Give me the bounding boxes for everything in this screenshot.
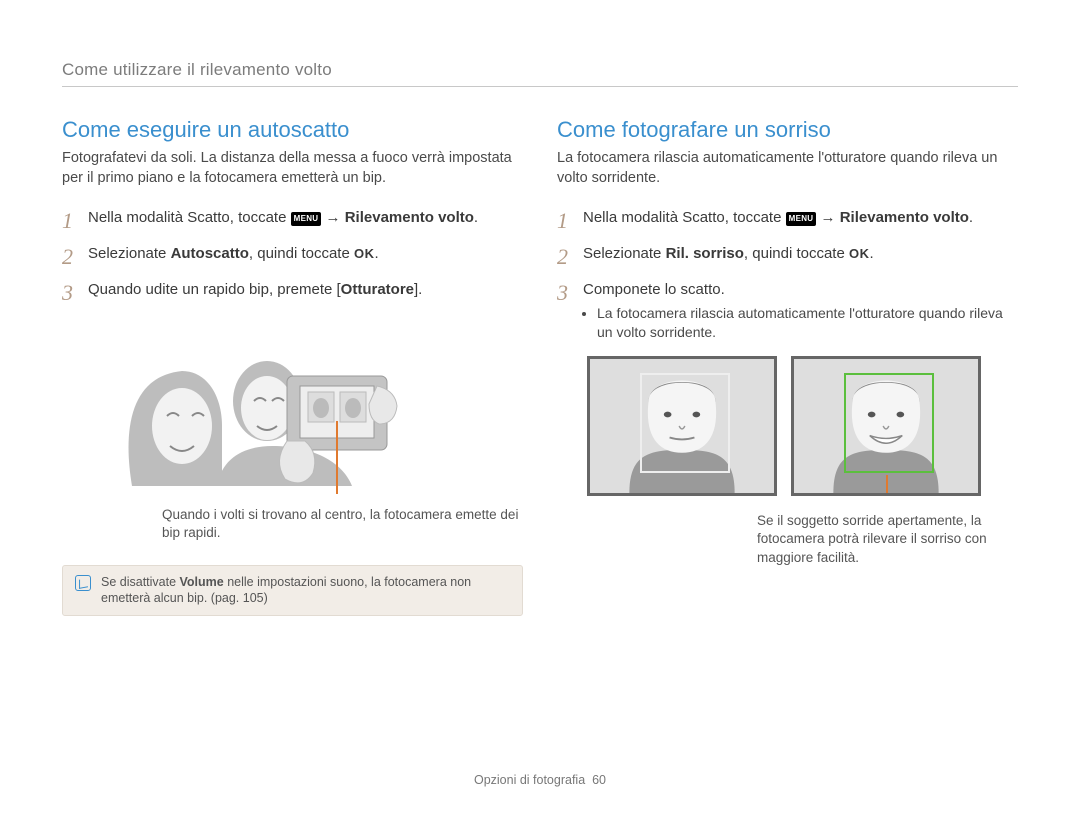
step-number: 3	[62, 280, 88, 304]
leader-line	[886, 475, 888, 496]
bullet-item: La fotocamera rilascia automaticamente l…	[597, 304, 1018, 342]
text: Quando udite un rapido bip, premete [	[88, 281, 341, 298]
text: ].	[414, 281, 422, 298]
breadcrumb: Come utilizzare il rilevamento volto	[62, 60, 1018, 87]
bold-text: Otturatore	[341, 281, 414, 298]
bold-text: Ril. sorriso	[666, 245, 744, 262]
arrow-icon: →	[321, 209, 344, 226]
detect-box-green	[844, 373, 934, 473]
right-step-1: 1 Nella modalità Scatto, toccate MENU → …	[557, 208, 1018, 232]
selfie-illustration-svg	[112, 316, 432, 496]
detect-box-white	[640, 373, 730, 473]
page-footer: Opzioni di fotografia 60	[0, 773, 1080, 787]
photo-frame-smile	[791, 356, 981, 496]
content-columns: Come eseguire un autoscatto Fotografatev…	[62, 117, 1018, 616]
left-intro: Fotografatevi da soli. La distanza della…	[62, 149, 523, 188]
text: .	[969, 209, 973, 226]
left-step-1: 1 Nella modalità Scatto, toccate MENU → …	[62, 208, 523, 232]
note-text: Se disattivate Volume nelle impostazioni…	[101, 574, 510, 608]
text: .	[870, 245, 874, 262]
text: Nella modalità Scatto, toccate	[88, 209, 291, 226]
note-box: Se disattivate Volume nelle impostazioni…	[62, 565, 523, 617]
note-icon	[75, 575, 91, 591]
left-caption: Quando i volti si trovano al centro, la …	[162, 506, 523, 542]
left-step-2: 2 Selezionate Autoscatto, quindi toccate…	[62, 244, 523, 268]
footer-label: Opzioni di fotografia	[474, 773, 585, 787]
text: , quindi toccate	[249, 245, 354, 262]
menu-icon: MENU	[786, 212, 817, 226]
bullet-list: La fotocamera rilascia automaticamente l…	[583, 304, 1018, 342]
bold-text: Volume	[180, 575, 224, 589]
step-number: 1	[557, 208, 583, 232]
photo-frame-neutral	[587, 356, 777, 496]
text: Se disattivate	[101, 575, 180, 589]
bold-text: Rilevamento volto	[840, 209, 969, 226]
step-body: Selezionate Ril. sorriso, quindi toccate…	[583, 244, 1018, 264]
right-step-2: 2 Selezionate Ril. sorriso, quindi tocca…	[557, 244, 1018, 268]
text: .	[374, 245, 378, 262]
left-column: Come eseguire un autoscatto Fotografatev…	[62, 117, 523, 616]
text: Nella modalità Scatto, toccate	[583, 209, 786, 226]
bold-text: Rilevamento volto	[345, 209, 474, 226]
step-number: 1	[62, 208, 88, 232]
step-body: Nella modalità Scatto, toccate MENU → Ri…	[583, 208, 1018, 228]
step-number: 2	[62, 244, 88, 268]
text: Componete lo scatto.	[583, 281, 725, 298]
left-title: Come eseguire un autoscatto	[62, 117, 523, 143]
footer-page: 60	[592, 773, 606, 787]
text: , quindi toccate	[744, 245, 849, 262]
right-illustration-wrap	[587, 356, 1018, 496]
right-title: Come fotografare un sorriso	[557, 117, 1018, 143]
ok-icon: OK	[849, 246, 870, 261]
step-body: Componete lo scatto. La fotocamera rilas…	[583, 280, 1018, 342]
bold-text: Autoscatto	[171, 245, 249, 262]
step-body: Nella modalità Scatto, toccate MENU → Ri…	[88, 208, 523, 228]
left-illustration	[112, 316, 432, 496]
left-step-3: 3 Quando udite un rapido bip, premete [O…	[62, 280, 523, 304]
right-intro: La fotocamera rilascia automaticamente l…	[557, 149, 1018, 188]
step-number: 3	[557, 280, 583, 304]
text: Selezionate	[88, 245, 171, 262]
step-body: Quando udite un rapido bip, premete [Ott…	[88, 280, 523, 300]
text: .	[474, 209, 478, 226]
right-column: Come fotografare un sorriso La fotocamer…	[557, 117, 1018, 616]
right-caption: Se il soggetto sorride apertamente, la f…	[757, 512, 1017, 567]
step-number: 2	[557, 244, 583, 268]
menu-icon: MENU	[291, 212, 322, 226]
arrow-icon: →	[816, 209, 839, 226]
ok-icon: OK	[354, 246, 375, 261]
right-step-3: 3 Componete lo scatto. La fotocamera ril…	[557, 280, 1018, 342]
step-body: Selezionate Autoscatto, quindi toccate O…	[88, 244, 523, 264]
text: Selezionate	[583, 245, 666, 262]
